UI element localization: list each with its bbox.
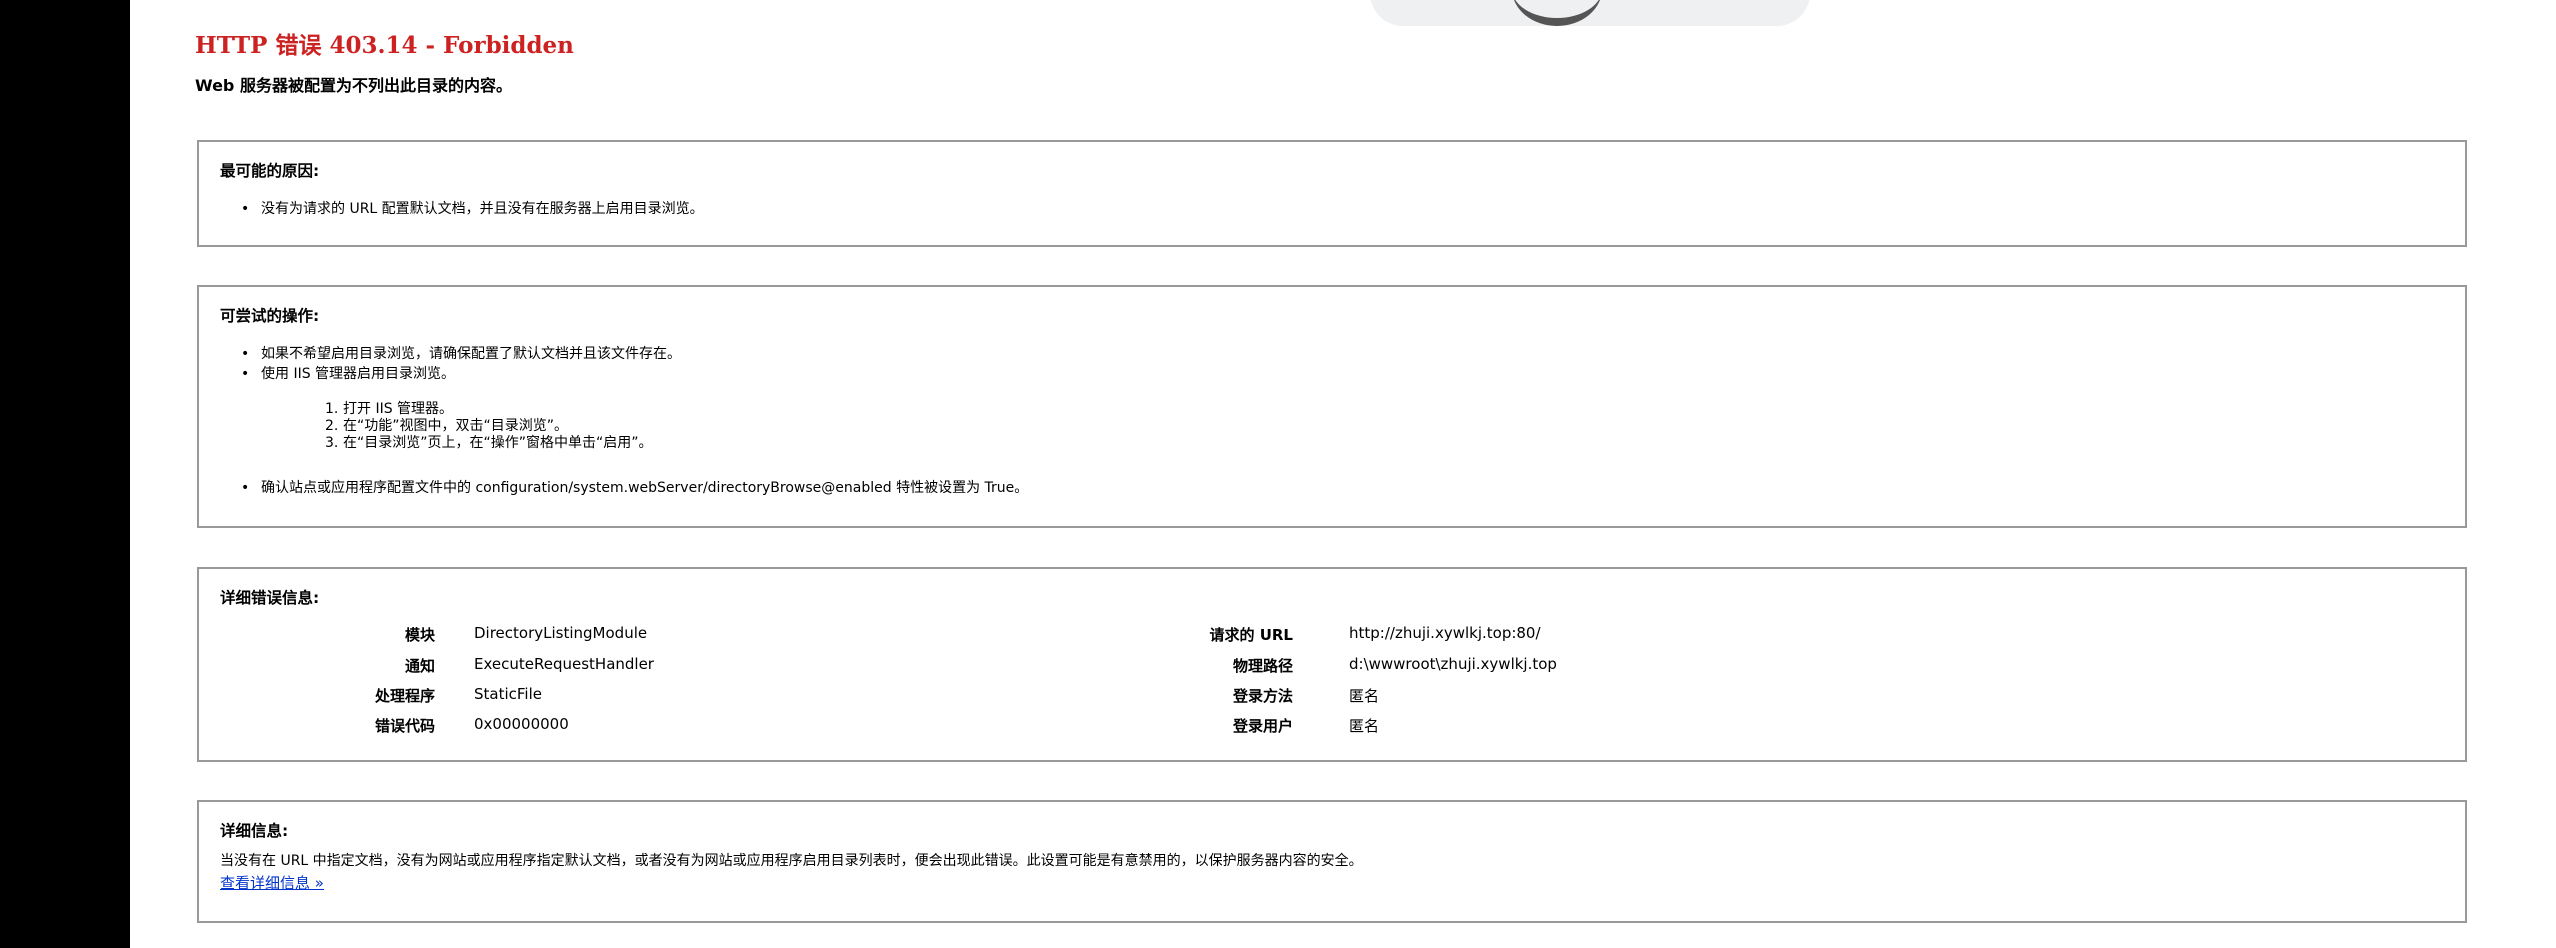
detail-label: 错误代码 xyxy=(374,717,435,735)
detail-value: d:\wwwroot\zhuji.xywlkj.top xyxy=(1349,655,1557,673)
action-item: 使用 IIS 管理器启用目录浏览。 xyxy=(241,363,455,383)
detail-label: 请求的 URL xyxy=(1209,626,1293,644)
actions-heading: 可尝试的操作: xyxy=(220,307,320,325)
details-panel: 详细错误信息: 模块 DirectoryListingModule 通知 Exe… xyxy=(197,567,2467,762)
action-item: 如果不希望启用目录浏览，请确保配置了默认文档并且该文件存在。 xyxy=(241,343,681,363)
detail-value: 0x00000000 xyxy=(474,715,569,733)
more-info-text: 当没有在 URL 中指定文档，没有为网站或应用程序指定默认文档，或者没有为网站或… xyxy=(220,853,1363,869)
detail-value: http://zhuji.xywlkj.top:80/ xyxy=(1349,624,1541,642)
step-number: 3. xyxy=(325,435,339,451)
details-heading: 详细错误信息: xyxy=(220,589,320,607)
detail-value: ExecuteRequestHandler xyxy=(474,655,654,673)
detail-value: DirectoryListingModule xyxy=(474,624,648,642)
error-subtitle: Web 服务器被配置为不列出此目录的内容。 xyxy=(195,76,512,95)
actions-panel: 可尝试的操作: 如果不希望启用目录浏览，请确保配置了默认文档并且该文件存在。 使… xyxy=(197,285,2467,528)
error-title: HTTP 错误 403.14 - Forbidden xyxy=(195,32,574,59)
causes-panel: 最可能的原因: 没有为请求的 URL 配置默认文档，并且没有在服务器上启用目录浏… xyxy=(197,140,2467,247)
step-text: 在“目录浏览”页上，在“操作”窗格中单击“启用”。 xyxy=(343,435,653,451)
detail-label: 处理程序 xyxy=(374,687,435,705)
more-info-link[interactable]: 查看详细信息 » xyxy=(220,872,324,893)
detail-label: 模块 xyxy=(404,626,435,644)
detail-value: 匿名 xyxy=(1349,687,1380,705)
detail-label: 通知 xyxy=(404,657,435,675)
detail-value: 匿名 xyxy=(1349,717,1380,735)
action-item: 确认站点或应用程序配置文件中的 configuration/system.web… xyxy=(241,477,1028,497)
action-step: 3. 在“目录浏览”页上，在“操作”窗格中单击“启用”。 xyxy=(325,432,653,452)
detail-label: 登录用户 xyxy=(1232,717,1293,735)
detail-label: 物理路径 xyxy=(1232,657,1293,675)
more-info-panel: 详细信息: 当没有在 URL 中指定文档，没有为网站或应用程序指定默认文档，或者… xyxy=(197,800,2467,923)
detail-label: 登录方法 xyxy=(1232,687,1293,705)
causes-heading: 最可能的原因: xyxy=(220,162,320,180)
left-black-bar xyxy=(0,0,130,948)
cause-item: 没有为请求的 URL 配置默认文档，并且没有在服务器上启用目录浏览。 xyxy=(241,198,704,218)
more-info-heading: 详细信息: xyxy=(220,822,289,840)
detail-value: StaticFile xyxy=(474,685,542,703)
